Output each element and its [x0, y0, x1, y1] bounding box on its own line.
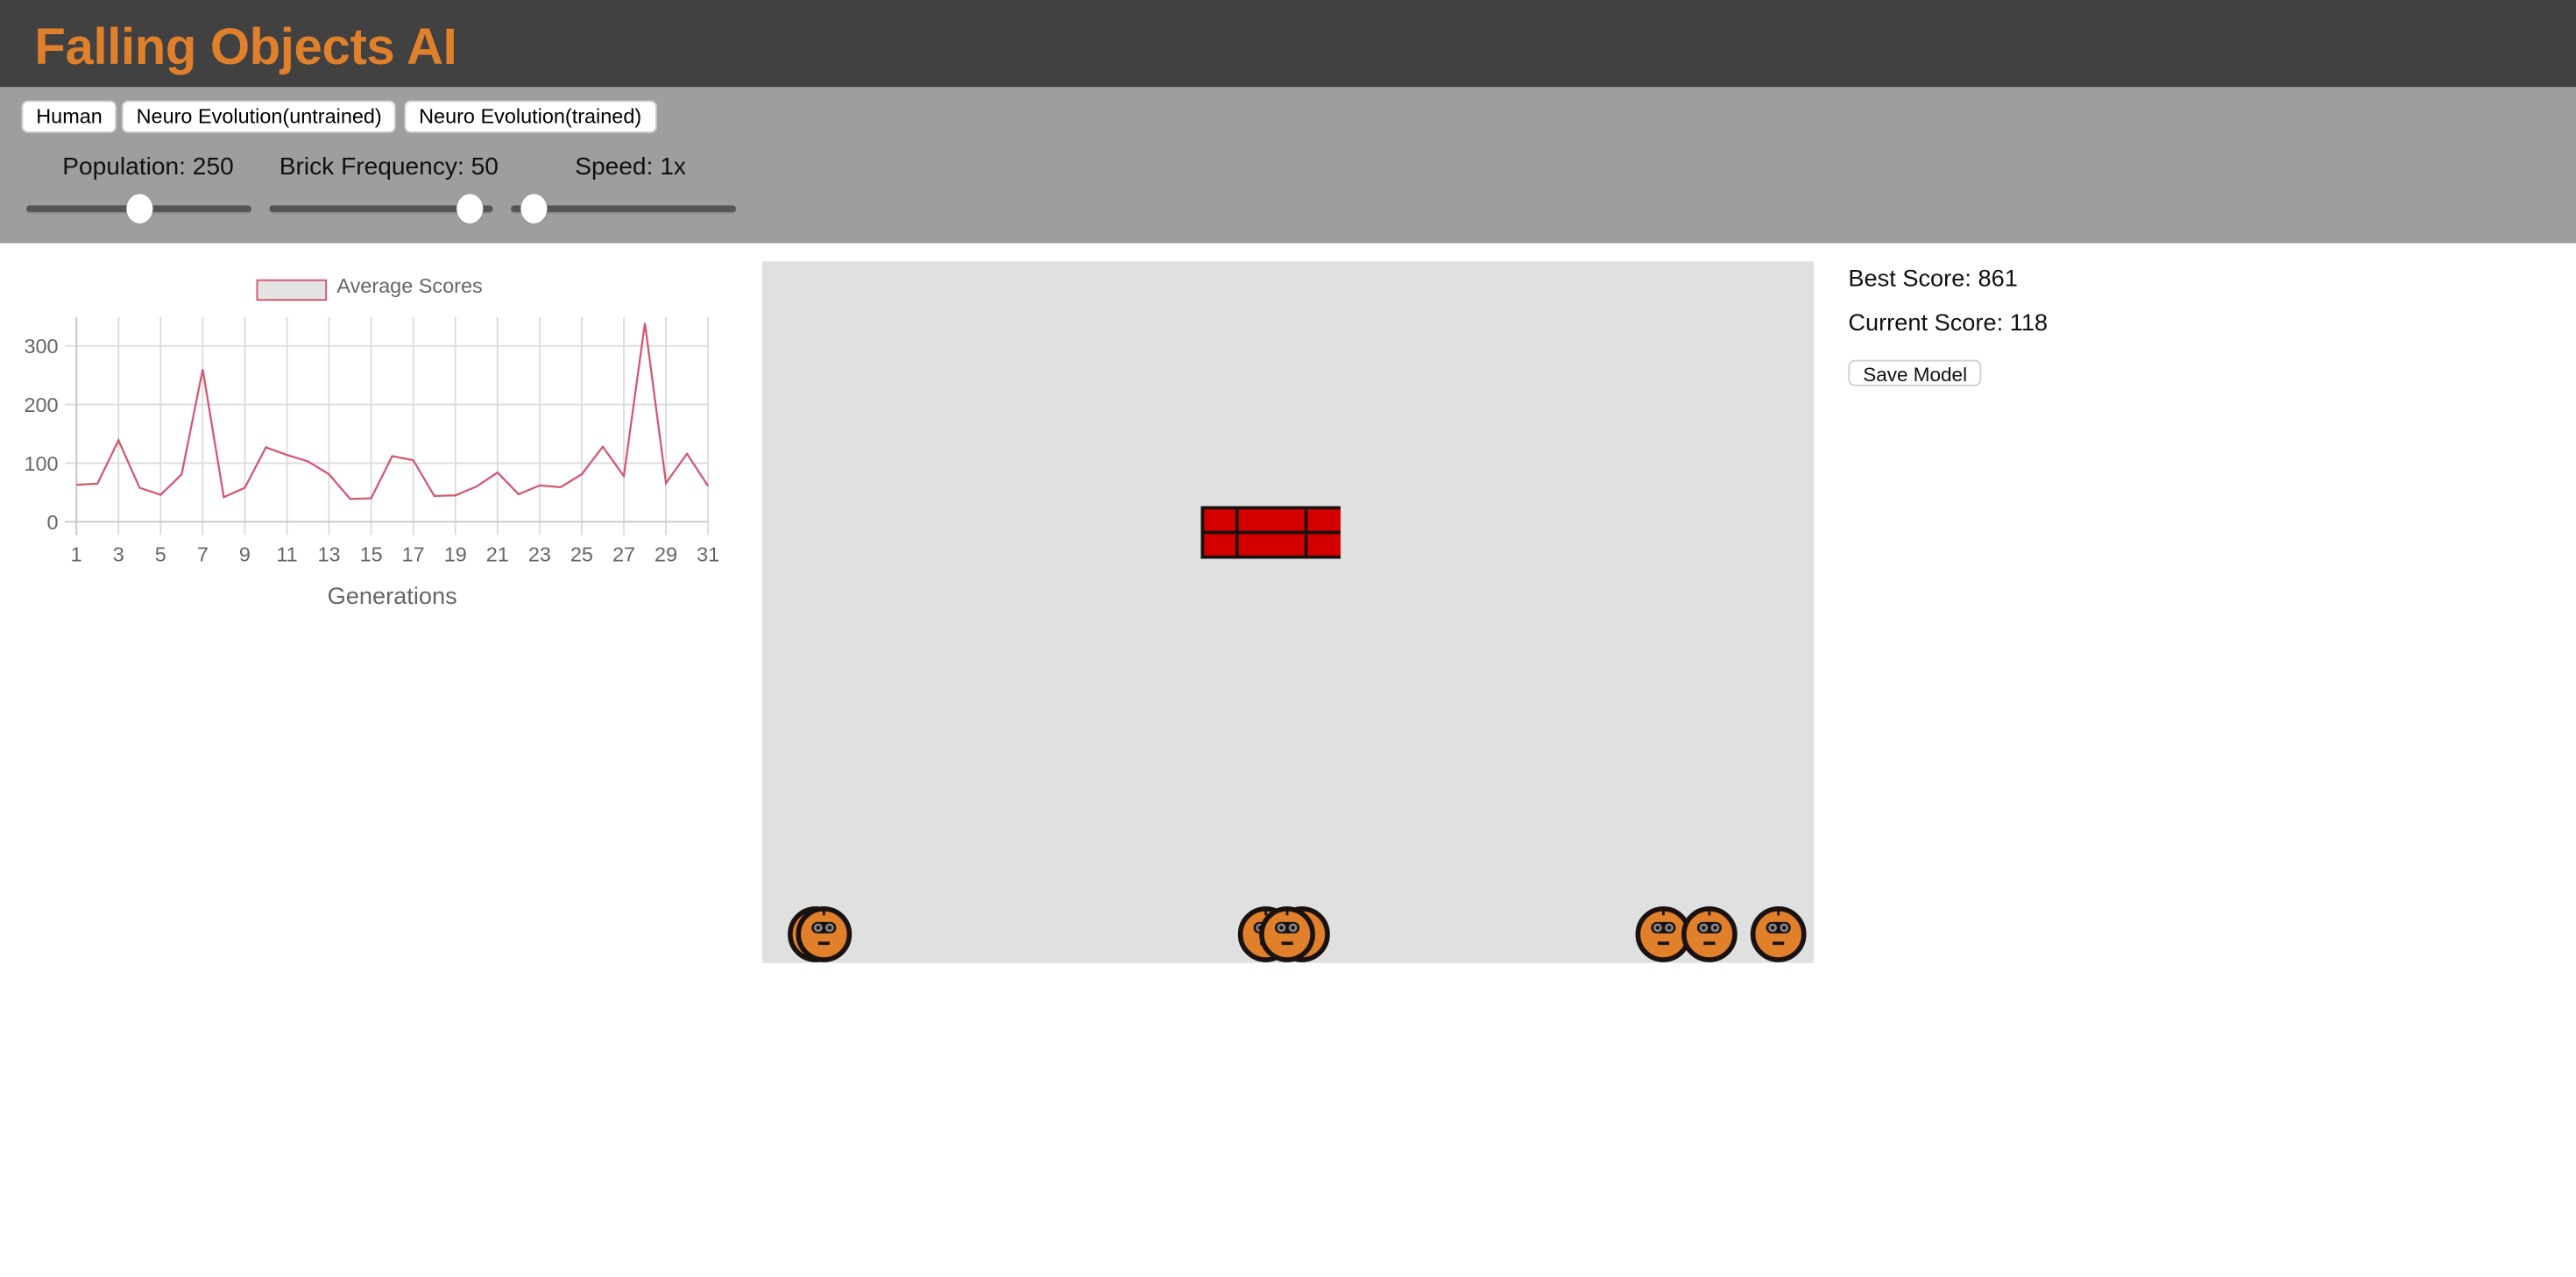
y-tick-label: 200	[24, 394, 58, 416]
population-slider-thumb[interactable]	[125, 194, 152, 223]
brick-cell	[1239, 509, 1305, 530]
x-tick-label: 3	[113, 543, 124, 565]
brick-cell	[1204, 509, 1235, 530]
x-tick-label: 13	[318, 543, 341, 565]
x-tick-label: 5	[155, 543, 166, 565]
x-tick-label: 17	[402, 543, 425, 565]
neuro-evolution-untrained-button[interactable]: Neuro Evolution(untrained)	[122, 100, 397, 133]
brick-cell	[1308, 509, 1341, 530]
app-title: Falling Objects AI	[34, 17, 456, 79]
best-score: Best Score: 861	[1848, 266, 2017, 293]
control-panel: Human Neuro Evolution(untrained) Neuro E…	[0, 87, 2576, 243]
falling-brick	[1201, 507, 1341, 559]
brick-cell	[1239, 534, 1305, 555]
speed-label: Speed: 1x	[575, 153, 686, 181]
population-slider[interactable]	[26, 191, 251, 227]
app-root: Falling Objects AI Human Neuro Evolution…	[0, 0, 2576, 1277]
brick-cell	[1204, 534, 1235, 555]
y-tick-label: 0	[47, 511, 59, 534]
x-tick-label: 19	[444, 543, 467, 565]
x-tick-label: 15	[360, 543, 383, 565]
save-model-button[interactable]: Save Model	[1848, 360, 1982, 387]
player-face-icon	[1749, 905, 1807, 962]
speed-slider-thumb[interactable]	[520, 194, 547, 223]
x-tick-label: 1	[71, 543, 82, 565]
brick-cell	[1308, 534, 1341, 555]
player-face-icon	[1257, 905, 1315, 962]
current-score: Current Score: 118	[1848, 310, 2048, 337]
x-tick-label: 29	[655, 543, 677, 565]
x-tick-label: 7	[197, 543, 209, 565]
x-tick-label: 21	[486, 543, 509, 565]
x-tick-label: 25	[570, 543, 593, 565]
brick-frequency-slider-thumb[interactable]	[456, 194, 483, 223]
chart-plot: 1357911131517192123252729310100200300Gen…	[0, 263, 740, 625]
x-tick-label: 11	[276, 543, 297, 565]
average-scores-chart: Average Scores 1357911131517192123252729…	[0, 263, 740, 625]
player-face-icon	[795, 905, 853, 962]
game-canvas[interactable]	[762, 261, 1814, 963]
x-tick-label: 27	[612, 543, 635, 565]
header-bar: Falling Objects AI	[0, 0, 2576, 87]
brick-frequency-label: Brick Frequency: 50	[280, 153, 499, 181]
y-tick-label: 300	[24, 335, 58, 358]
population-label: Population: 250	[62, 153, 233, 181]
brick-frequency-slider[interactable]	[270, 191, 493, 227]
speed-slider[interactable]	[511, 191, 736, 227]
x-axis-title: Generations	[328, 582, 457, 609]
series-line-average-scores	[76, 323, 708, 500]
x-tick-label: 9	[239, 543, 251, 565]
y-tick-label: 100	[24, 452, 58, 475]
player-face-icon	[1680, 905, 1737, 962]
x-tick-label: 23	[528, 543, 551, 565]
neuro-evolution-trained-button[interactable]: Neuro Evolution(trained)	[404, 100, 656, 133]
human-mode-button[interactable]: Human	[21, 100, 117, 133]
x-tick-label: 31	[697, 543, 719, 565]
